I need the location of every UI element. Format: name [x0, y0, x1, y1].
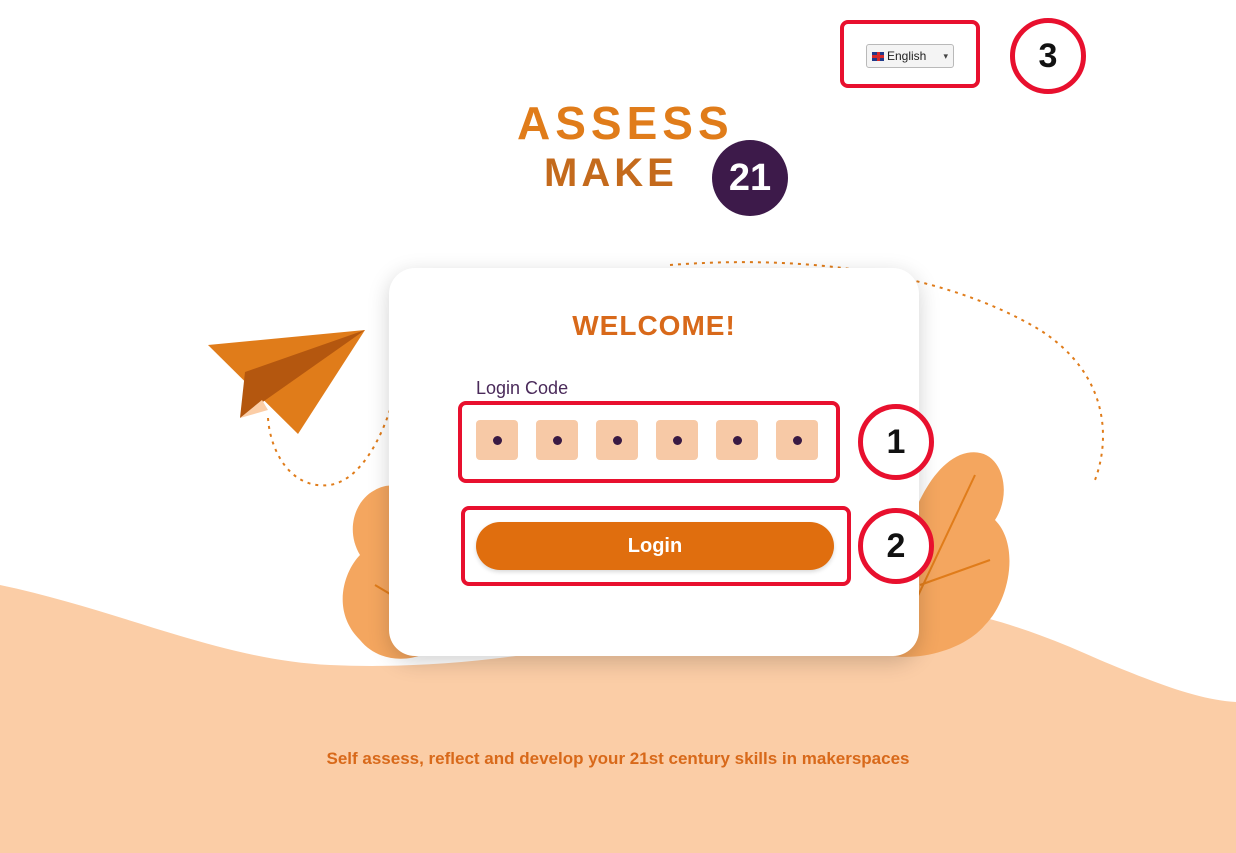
annotation-badge-1: 1 [858, 404, 934, 480]
highlight-login-button [461, 506, 851, 586]
highlight-language-select [840, 20, 980, 88]
welcome-title: WELCOME! [572, 310, 736, 341]
logo-assess: ASSESS [517, 97, 734, 149]
annotation-badge-2: 2 [858, 508, 934, 584]
tagline: Self assess, reflect and develop your 21… [326, 749, 910, 768]
logo-badge-21: 21 [712, 140, 788, 216]
login-code-label: Login Code [476, 378, 569, 398]
highlight-code-input [458, 401, 840, 483]
paper-plane-icon [208, 330, 365, 434]
annotation-badge-3: 3 [1010, 18, 1086, 94]
logo-make: MAKE [544, 151, 678, 195]
